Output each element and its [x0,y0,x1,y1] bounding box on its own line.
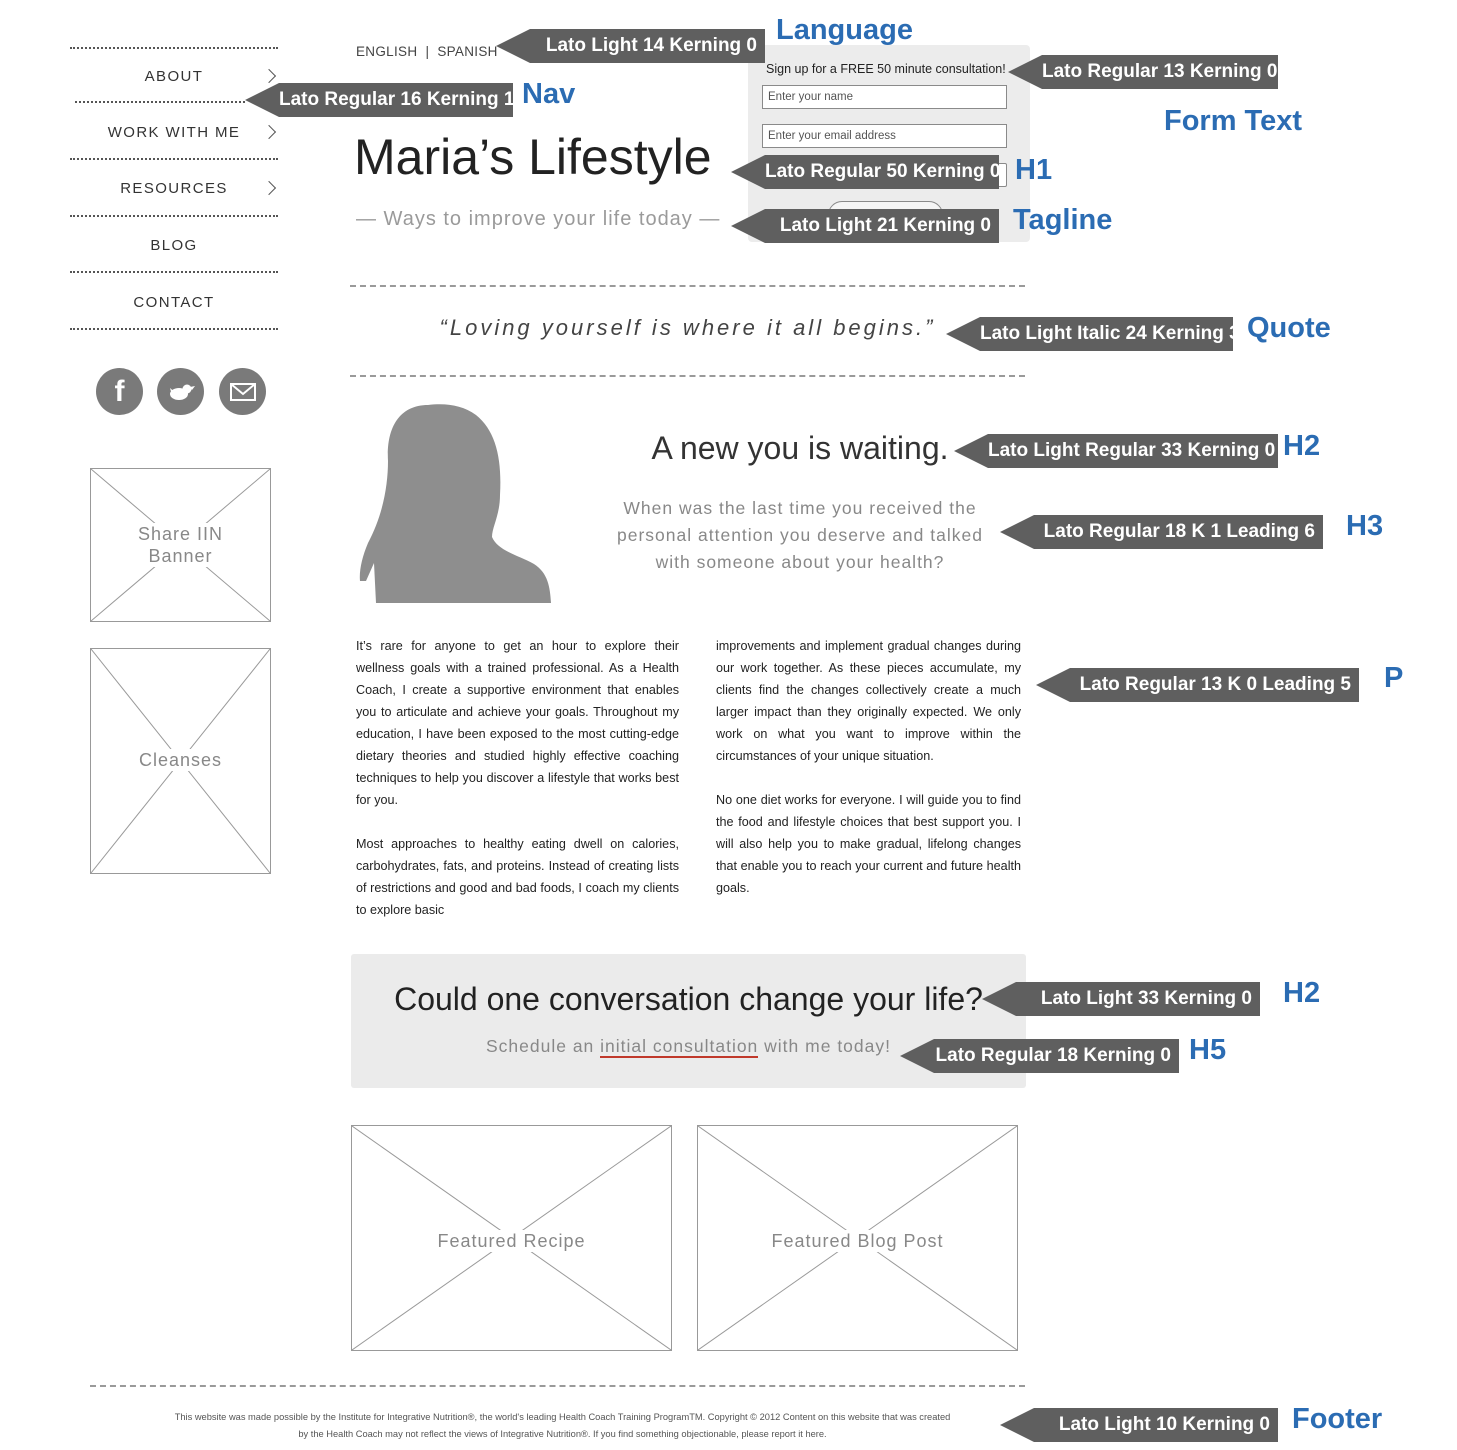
annotation-h1-spec: Lato Regular 50 Kerning 0 [731,155,1000,189]
annotation-tagline-label: Tagline [1013,204,1113,236]
language-english[interactable]: ENGLISH [356,44,417,59]
featured-recipe[interactable]: Featured Recipe [351,1125,672,1351]
email-icon[interactable] [219,368,266,415]
cta-text-pre: Schedule an [485,1036,601,1056]
body-paragraph: improvements and implement gradual chang… [716,639,1021,763]
featured-label: Featured Blog Post [764,1230,951,1252]
page-title: Maria’s Lifestyle [354,129,712,185]
annotation-p-label: P [1384,662,1404,694]
nav-divider [70,47,278,49]
annotation-h1-label: H1 [1015,154,1053,186]
annotation-h2-cta-spec: Lato Light 33 Kerning 0 [982,982,1260,1016]
quote-divider-bottom [350,375,1025,377]
nav-item-resources[interactable]: RESOURCES [70,180,278,197]
annotation-h2-spec: Lato Light Regular 33 Kerning 0 [954,434,1278,468]
footer-line: This website was made possible by the In… [174,1412,951,1422]
footer-line: by the Health Coach may not reflect the … [298,1429,827,1439]
annotation-nav-spec: Lato Regular 16 Kerning 1 [245,83,514,117]
body-paragraph: It’s rare for anyone to get an hour to e… [356,639,679,807]
annotation-quote-label: Quote [1247,312,1331,344]
nav-divider [70,328,278,330]
nav-divider [70,215,278,217]
nav-divider [70,158,278,160]
banner-label: Cleanses [136,749,225,771]
intro-subheading: When was the last time you received the … [617,498,983,572]
annotation-h5-spec: Lato Regular 18 Kerning 0 [900,1039,1179,1073]
cta-text-post: with me today! [758,1036,891,1056]
footer: This website was made possible by the In… [140,1409,985,1443]
share-iin-banner[interactable]: Share IIN Banner [90,468,271,622]
annotation-footer-label: Footer [1292,1403,1383,1435]
annotation-tagline-spec: Lato Light 21 Kerning 0 [731,209,999,243]
cleanses-banner[interactable]: Cleanses [90,648,271,874]
language-switcher: ENGLISH | SPANISH [356,44,498,59]
consultation-link[interactable]: initial consultation [600,1036,759,1058]
annotation-h2-cta-label: H2 [1283,977,1321,1009]
annotation-language-label: Language [776,14,913,46]
annotation-form-spec: Lato Regular 13 Kerning 0 [1008,55,1278,89]
intro-heading: A new you is waiting. [651,430,949,466]
annotation-h5-label: H5 [1189,1034,1227,1066]
featured-label: Featured Recipe [432,1230,591,1252]
language-spanish[interactable]: SPANISH [437,44,497,59]
email-field[interactable]: Enter your email address [762,124,1007,148]
cta-heading: Could one conversation change your life? [394,981,983,1017]
annotation-form-label: Form Text [1164,105,1303,137]
quote: “Loving yourself is where it all begins.… [439,315,936,340]
name-field[interactable]: Enter your name [762,85,1007,109]
nav-item-contact[interactable]: CONTACT [70,294,278,311]
body-paragraph: No one diet works for everyone. I will g… [716,793,1021,895]
annotation-h3-spec: Lato Regular 18 K 1 Leading 6 [1000,515,1323,549]
nav-divider [75,101,245,103]
annotation-footer-spec: Lato Light 10 Kerning 0 [1000,1408,1278,1442]
annotation-language-spec: Lato Light 14 Kerning 0 [496,29,765,63]
quote-divider-top [350,285,1025,287]
annotation-h2-label: H2 [1283,430,1321,462]
annotation-quote-spec: Lato Light Italic 24 Kerning 3 [946,317,1240,351]
tagline: — Ways to improve your life today — [356,208,721,230]
language-separator: | [425,44,430,59]
annotation-nav-label: Nav [522,78,576,110]
annotation-h3-label: H3 [1346,510,1384,542]
facebook-icon[interactable]: f [96,368,143,415]
footer-divider [90,1385,1025,1387]
nav-item-work-with-me[interactable]: WORK WITH ME [70,124,278,141]
nav-item-blog[interactable]: BLOG [70,237,278,254]
banner-label: Share IIN Banner [133,523,228,567]
body-paragraph: Most approaches to healthy eating dwell … [356,837,679,917]
annotation-p-spec: Lato Regular 13 K 0 Leading 5 [1036,668,1359,702]
twitter-icon[interactable] [157,368,204,415]
nav-divider [70,271,278,273]
featured-blog-post[interactable]: Featured Blog Post [697,1125,1018,1351]
portrait-silhouette [359,404,551,603]
form-heading: Sign up for a FREE 50 minute consultatio… [766,62,1006,76]
